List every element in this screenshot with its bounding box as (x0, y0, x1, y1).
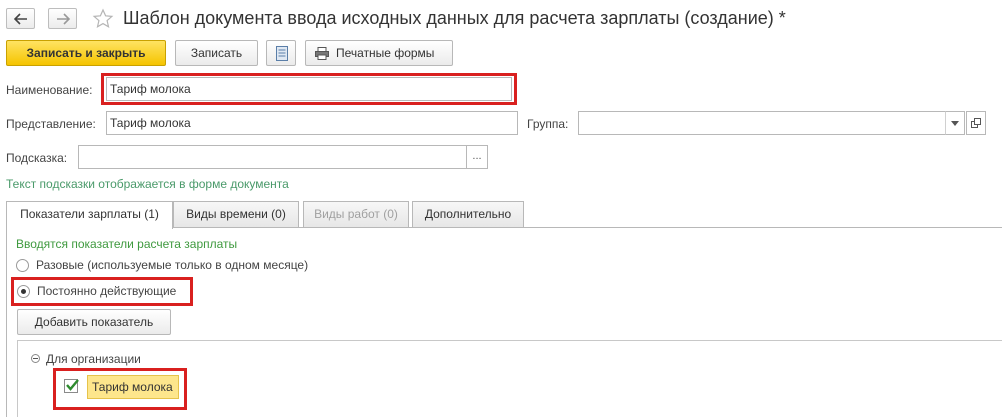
save-and-close-button[interactable]: Записать и закрыть (6, 40, 166, 66)
tooltip-field[interactable] (78, 145, 467, 169)
back-button[interactable] (6, 8, 35, 29)
name-label: Наименование: (6, 83, 93, 97)
save-button[interactable]: Записать (175, 40, 258, 66)
chevron-down-icon (951, 121, 959, 126)
group-label: Группа: (527, 117, 569, 131)
tooltip-label: Подсказка: (6, 151, 68, 165)
arrow-right-icon (57, 13, 70, 25)
page-title: Шаблон документа ввода исходных данных д… (123, 8, 786, 28)
arrow-left-icon (14, 13, 27, 25)
printer-icon (315, 47, 329, 60)
highlight-name (101, 73, 517, 105)
print-forms-label: Печатные формы (336, 46, 435, 60)
print-forms-button[interactable]: Печатные формы (305, 40, 453, 66)
highlight-permanent (11, 277, 193, 306)
group-dropdown-button[interactable] (945, 111, 965, 135)
forward-button[interactable] (48, 8, 77, 29)
tab-time-types[interactable]: Виды времени (0) (173, 201, 299, 228)
tree-group-label: Для организации (46, 352, 141, 366)
group-field[interactable] (578, 111, 946, 135)
tab-additional[interactable]: Дополнительно (412, 201, 524, 228)
radio-one-time[interactable] (16, 259, 29, 272)
section-title: Вводятся показатели расчета зарплаты (16, 237, 238, 251)
presentation-label: Представление: (6, 117, 96, 131)
list-button[interactable] (266, 40, 296, 66)
tab-salary-indicators[interactable]: Показатели зарплаты (1) (6, 201, 173, 229)
tooltip-edit-button[interactable]: ... (466, 145, 488, 169)
star-icon[interactable] (92, 8, 114, 30)
highlight-tree-item (53, 368, 187, 410)
presentation-field[interactable]: Тариф молока (106, 111, 518, 135)
tab-work-types[interactable]: Виды работ (0) (303, 201, 409, 228)
open-window-icon (971, 118, 981, 128)
add-indicator-button[interactable]: Добавить показатель (17, 309, 171, 335)
collapse-icon[interactable] (31, 354, 40, 363)
radio-one-time-label[interactable]: Разовые (используемые только в одном мес… (36, 258, 308, 272)
group-open-button[interactable] (966, 111, 986, 135)
document-list-icon (276, 46, 288, 61)
tooltip-hint: Текст подсказки отображается в форме док… (6, 177, 289, 191)
